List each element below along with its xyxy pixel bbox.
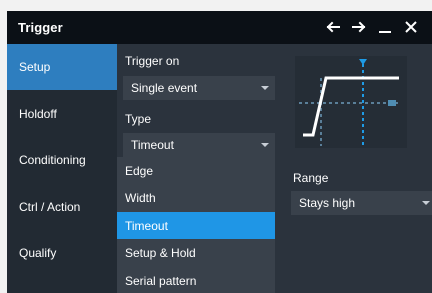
- chevron-down-icon: [261, 86, 269, 90]
- sidebar-item-label: Conditioning: [19, 153, 86, 167]
- forward-arrow-icon[interactable]: [347, 15, 371, 39]
- chevron-down-icon: [422, 201, 430, 205]
- trigger-on-select[interactable]: Single event: [123, 76, 275, 100]
- timeout-waveform-preview: [295, 56, 407, 148]
- trigger-on-label: Trigger on: [125, 54, 180, 68]
- sidebar-item-holdoff[interactable]: Holdoff: [7, 91, 117, 137]
- type-option-timeout[interactable]: Timeout: [117, 212, 275, 239]
- option-label: Serial pattern: [125, 273, 197, 288]
- chevron-down-icon: [261, 143, 269, 147]
- sidebar-item-label: Setup: [19, 60, 51, 74]
- sidebar-item-setup[interactable]: Setup: [7, 44, 117, 90]
- range-label: Range: [293, 171, 329, 185]
- type-option-width[interactable]: Width: [117, 184, 275, 211]
- trigger-on-value: Single event: [131, 81, 198, 95]
- sidebar-item-ctrl-action[interactable]: Ctrl / Action: [7, 184, 117, 230]
- type-dropdown-list: Edge Width Timeout Setup & Hold Serial p…: [117, 157, 275, 293]
- option-label: Width: [125, 190, 156, 205]
- sidebar-item-label: Qualify: [19, 246, 57, 260]
- back-arrow-icon[interactable]: [321, 15, 345, 39]
- sidebar-item-label: Holdoff: [19, 107, 57, 121]
- type-value: Timeout: [131, 138, 174, 152]
- range-select[interactable]: Stays high: [291, 191, 432, 215]
- title-bar: Trigger: [7, 11, 432, 44]
- type-option-setup-hold[interactable]: Setup & Hold: [117, 239, 275, 266]
- type-option-serial-pattern[interactable]: Serial pattern: [117, 267, 275, 293]
- range-value: Stays high: [299, 196, 356, 210]
- trigger-dialog: Trigger Setup Holdoff Conditioning Ctrl …: [7, 11, 432, 293]
- sidebar-item-label: Ctrl / Action: [19, 200, 81, 214]
- threshold-marker: [388, 100, 396, 106]
- sidebar: Setup Holdoff Conditioning Ctrl / Action…: [7, 44, 117, 293]
- dialog-title: Trigger: [18, 20, 63, 35]
- option-label: Edge: [125, 163, 154, 178]
- type-label: Type: [125, 112, 152, 126]
- type-option-edge[interactable]: Edge: [117, 157, 275, 184]
- sidebar-item-qualify[interactable]: Qualify: [7, 230, 117, 276]
- minimize-icon[interactable]: [373, 15, 397, 39]
- type-select[interactable]: Timeout: [123, 133, 275, 157]
- sidebar-item-conditioning[interactable]: Conditioning: [7, 137, 117, 183]
- close-icon[interactable]: [399, 15, 423, 39]
- option-label: Timeout: [125, 218, 168, 233]
- option-label: Setup & Hold: [125, 245, 196, 260]
